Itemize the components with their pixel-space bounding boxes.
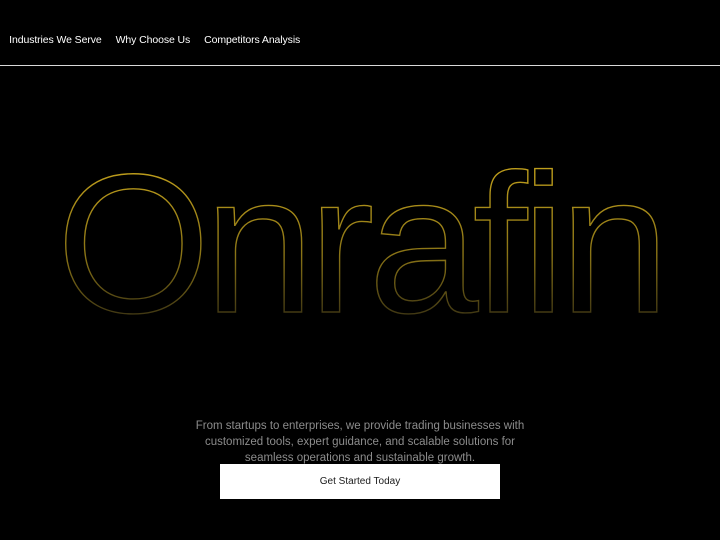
hero-description: From startups to enterprises, we provide…: [195, 419, 525, 464]
page: s Industries We Serve Why Choose Us Comp…: [0, 0, 720, 540]
nav-item-industries[interactable]: Industries We Serve: [9, 34, 102, 46]
nav-links: s Industries We Serve Why Choose Us Comp…: [0, 34, 314, 46]
top-navigation: s Industries We Serve Why Choose Us Comp…: [0, 0, 720, 66]
hero-wordmark: Onrafin: [56, 150, 671, 330]
nav-item-why-choose-us[interactable]: Why Choose Us: [116, 34, 191, 46]
get-started-button[interactable]: Get Started Today: [220, 464, 500, 499]
nav-item-competitors-analysis[interactable]: Competitors Analysis: [204, 34, 300, 46]
wordmark-text: Onrafin: [56, 150, 663, 330]
